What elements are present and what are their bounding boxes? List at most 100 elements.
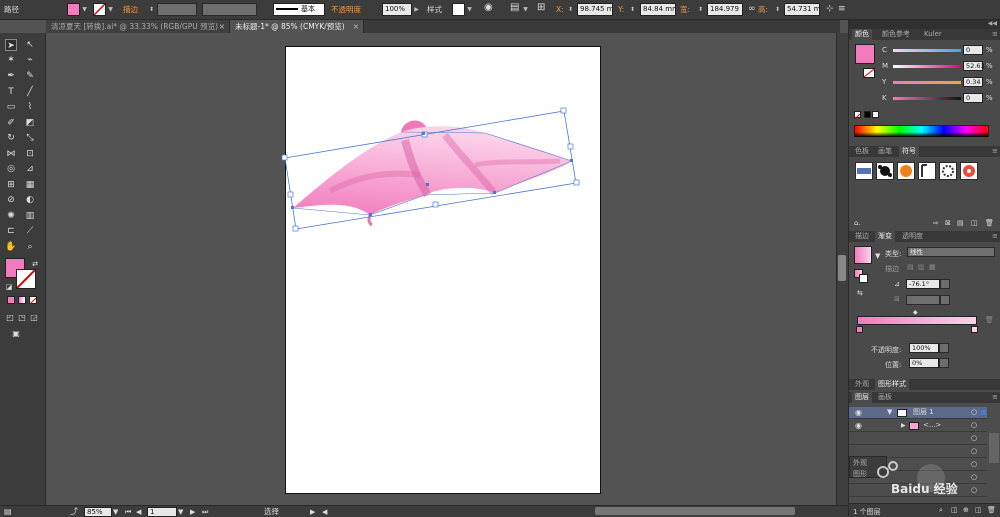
visibility-eye-icon[interactable]: ◉ (855, 407, 862, 418)
channel-y-input[interactable]: 0.34 (963, 77, 983, 87)
draw-behind-icon[interactable]: ◳ (16, 312, 28, 324)
opacity-label[interactable]: 不透明度 (331, 4, 361, 16)
channel-c-slider[interactable] (893, 49, 961, 52)
stroke-style-dropdown[interactable]: 基本 (273, 3, 325, 16)
w-input[interactable]: 184.979 (707, 3, 743, 16)
tab-stroke[interactable]: 描边 (852, 231, 872, 242)
resize-handle[interactable] (560, 107, 567, 114)
h-input[interactable]: 54.731 m (784, 3, 820, 16)
layer-name[interactable]: 图层 1 (913, 407, 934, 418)
resize-handle[interactable] (281, 154, 288, 161)
resize-handle[interactable] (292, 225, 299, 232)
anchor-point[interactable] (493, 191, 496, 194)
zoom-tool-icon[interactable]: ⌕ (24, 241, 36, 253)
h-stepper-icon[interactable]: ⬍ (774, 4, 781, 15)
black-color-icon[interactable] (864, 111, 871, 118)
channel-k-slider[interactable] (893, 97, 961, 100)
gradient-stop-left[interactable] (856, 326, 863, 333)
page-dropdown-icon[interactable]: ▼ (178, 507, 183, 517)
opacity-arrow-icon[interactable]: ▶ (413, 4, 420, 15)
visibility-eye-icon[interactable]: ◉ (855, 420, 862, 431)
more-options-icon[interactable]: ≡ (838, 3, 846, 15)
magic-wand-tool-icon[interactable]: ✶ (5, 54, 17, 66)
rotate-tool-icon[interactable]: ↻ (5, 132, 17, 144)
stroke-color-box[interactable] (16, 269, 36, 289)
gradient-mode-icon[interactable] (18, 296, 26, 304)
stop-location-dropdown[interactable] (939, 358, 949, 368)
symbol-item[interactable] (918, 162, 936, 180)
panel-menu-icon[interactable]: ≡ (989, 231, 1000, 242)
stroke-label[interactable]: 描边 (123, 4, 138, 16)
draw-normal-icon[interactable]: ◰ (4, 312, 16, 324)
y-stepper-icon[interactable]: ⬍ (629, 4, 636, 15)
resize-handle[interactable] (432, 201, 439, 208)
place-symbol-icon[interactable]: ⇨ (933, 219, 939, 227)
type-tool-icon[interactable]: T (5, 86, 17, 98)
anchor-point[interactable] (422, 132, 425, 135)
scale-tool-icon[interactable]: ⤡ (24, 132, 36, 144)
symbol-item[interactable] (855, 162, 873, 180)
gradient-slider[interactable] (857, 316, 977, 325)
tab-swatches[interactable]: 色板 (852, 146, 872, 157)
graphic-style-swatch[interactable] (452, 3, 465, 16)
color-mode-icon[interactable] (7, 296, 15, 304)
first-page-icon[interactable]: ⏮ (125, 507, 131, 517)
stop-opacity-dropdown[interactable] (939, 343, 949, 353)
tab-symbols[interactable]: 符号 (899, 146, 919, 157)
paintbrush-tool-icon[interactable]: ⌇ (24, 101, 36, 113)
stroke-option-2-icon[interactable]: ▥ (918, 263, 925, 271)
y-input[interactable]: 84.84 mm (640, 3, 676, 16)
reverse-gradient-icon[interactable]: ⇆ (857, 289, 863, 297)
aspect-dropdown[interactable] (940, 295, 950, 305)
target-icon[interactable]: ○ (971, 446, 977, 457)
channel-m-slider[interactable] (893, 65, 961, 68)
sublayer-name[interactable]: <...> (923, 420, 941, 431)
variable-width-dropdown[interactable] (202, 3, 257, 16)
export-icon[interactable]: ⤴ (70, 507, 78, 517)
last-page-icon[interactable]: ⏭ (202, 507, 208, 517)
stroke-dropdown-icon[interactable]: ▼ (107, 4, 114, 15)
symbol-item[interactable] (960, 162, 978, 180)
constrain-proportions-icon[interactable]: ∞ (748, 3, 756, 15)
scroll-left-icon[interactable]: ◀ (322, 507, 327, 517)
blend-tool-icon[interactable]: ◐ (24, 194, 36, 206)
panel-dock-header[interactable]: ◀◀ (849, 20, 1000, 29)
stroke-option-3-icon[interactable]: ▦ (929, 263, 936, 271)
eraser-tool-icon[interactable]: ◩ (24, 117, 36, 129)
tab-appearance-mini[interactable]: 外观 (853, 458, 867, 468)
target-icon[interactable]: ○ (971, 420, 977, 431)
tab-color[interactable]: 颜色 (852, 29, 872, 40)
channel-k-input[interactable]: 0 (963, 93, 983, 103)
resize-handle[interactable] (567, 143, 574, 150)
fill-swatch[interactable] (67, 3, 80, 16)
tab-artboards[interactable]: 画板 (875, 392, 895, 403)
opacity-input[interactable]: 100% (382, 3, 412, 16)
transform-options-icon[interactable]: ⊹ (826, 3, 834, 15)
tab-appearance[interactable]: 外观 (852, 379, 872, 390)
shape-builder-tool-icon[interactable]: ◎ (5, 163, 17, 175)
symbol-options-icon[interactable]: ▤ (957, 219, 964, 227)
symbol-item[interactable] (897, 162, 915, 180)
symbol-sprayer-tool-icon[interactable]: ✺ (5, 210, 17, 222)
expand-icon[interactable]: ▶ (901, 420, 906, 431)
target-icon[interactable]: ○ (971, 407, 977, 418)
tab-document-2[interactable]: 未标题-1* @ 85% (CMYK/预览) × (230, 20, 364, 33)
pencil-tool-icon[interactable]: ✐ (5, 117, 17, 129)
color-fill-swatch[interactable] (855, 44, 875, 64)
target-icon[interactable]: ○ (971, 472, 977, 483)
status-options-icon[interactable]: ▤ (4, 507, 12, 517)
stroke-swatch[interactable] (93, 3, 106, 16)
stop-location-input[interactable]: 0% (909, 358, 939, 368)
gradient-stop-right[interactable] (971, 326, 978, 333)
line-tool-icon[interactable]: ╱ (24, 86, 36, 98)
clipping-mask-icon[interactable]: ◫ (951, 506, 958, 514)
tab-graphic-styles[interactable]: 图形样式 (875, 379, 909, 390)
default-colors-icon[interactable]: ◪ (3, 281, 15, 293)
hand-tool-icon[interactable]: ✋ (5, 241, 17, 253)
new-layer-icon[interactable]: ◫ (975, 506, 982, 514)
gradient-type-dropdown[interactable]: 线性 (907, 247, 995, 257)
prev-page-icon[interactable]: ◀ (136, 507, 141, 517)
swap-colors-icon[interactable]: ⇄ (29, 258, 41, 270)
x-input[interactable]: 98.745 mm (577, 3, 613, 16)
screen-mode-icon[interactable]: ▣ (10, 328, 22, 340)
